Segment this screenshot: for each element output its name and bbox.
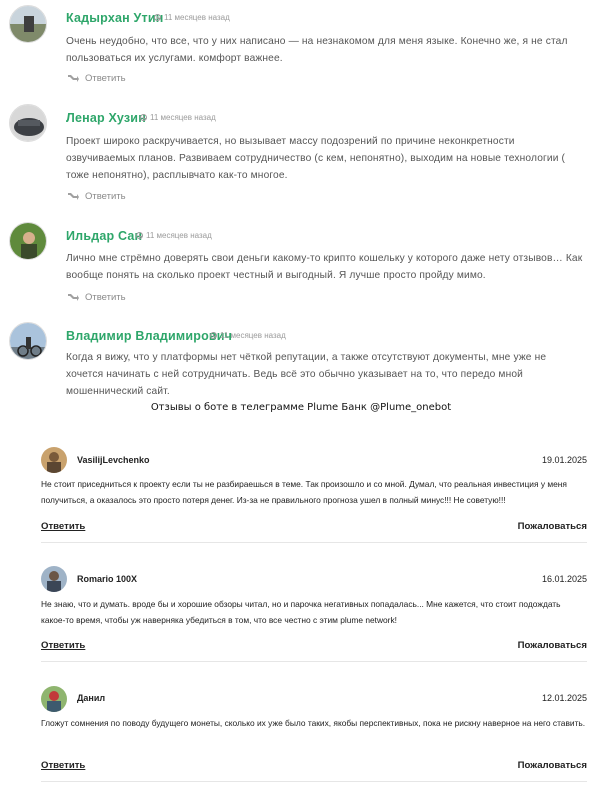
clock-icon xyxy=(140,114,147,121)
comment-text: Лично мне стрёмно доверять свои деньги к… xyxy=(66,253,583,281)
avatar xyxy=(9,5,47,43)
review-author[interactable]: Romario 100X xyxy=(77,574,137,584)
divider xyxy=(41,542,587,543)
comment-text: Проект широко раскручивается, но вызывае… xyxy=(66,136,566,181)
reply-link[interactable]: Ответить xyxy=(41,760,85,771)
review-text: Гложут сомнения по поводу будущего монет… xyxy=(41,718,586,728)
reply-button[interactable]: Ответить xyxy=(67,73,126,84)
comment-author[interactable]: Ильдар Сан xyxy=(66,229,142,243)
avatar xyxy=(9,222,47,260)
clock-icon xyxy=(136,232,143,239)
reply-arrow-icon xyxy=(68,193,79,200)
review-text: Не стоит приседниться к проекту если ты … xyxy=(41,479,567,505)
avatar xyxy=(9,104,47,142)
report-link[interactable]: Пожаловаться xyxy=(518,640,587,651)
report-link[interactable]: Пожаловаться xyxy=(518,521,587,532)
reply-link[interactable]: Ответить xyxy=(41,521,85,532)
review-author[interactable]: VasilijLevchenko xyxy=(77,455,150,465)
comment-author[interactable]: Владимир Владимирович xyxy=(66,329,232,343)
reply-button[interactable]: Ответить xyxy=(67,292,126,303)
review-text: Не знаю, что и думать. вроде бы и хороши… xyxy=(41,599,561,625)
avatar xyxy=(41,566,67,592)
avatar xyxy=(41,447,67,473)
review-date: 16.01.2025 xyxy=(541,574,587,584)
reply-link[interactable]: Ответить xyxy=(41,640,85,651)
review-author[interactable]: Данил xyxy=(77,693,105,703)
divider xyxy=(41,781,587,782)
review-item: Данил 12.01.2025 Гложут сомнения по пово… xyxy=(41,686,587,782)
comment-time: 11 месяцев назад xyxy=(154,13,230,22)
comment-author[interactable]: Ленар Хузин xyxy=(66,111,146,125)
comment-author[interactable]: Кадырхан Утин xyxy=(66,11,163,25)
reviews-caption: Отзывы о боте в телеграмме Plume Банк @P… xyxy=(150,402,452,413)
comment-time: 11 месяцев назад xyxy=(210,331,286,340)
review-date: 12.01.2025 xyxy=(541,693,587,703)
divider xyxy=(41,661,587,662)
clock-icon xyxy=(210,332,217,339)
reply-button[interactable]: Ответить xyxy=(67,191,126,202)
review-item: Romario 100X 16.01.2025 Не знаю, что и д… xyxy=(41,566,587,662)
comment-time: 11 месяцев назад xyxy=(136,231,212,240)
comment-text: Очень неудобно, что все, что у них напис… xyxy=(66,36,568,64)
review-date: 19.01.2025 xyxy=(541,455,587,465)
reply-arrow-icon xyxy=(68,75,79,82)
avatar xyxy=(41,686,67,712)
report-link[interactable]: Пожаловаться xyxy=(518,760,587,771)
comment-text: Когда я вижу, что у платформы нет чёткой… xyxy=(66,352,547,397)
comment-time: 11 месяцев назад xyxy=(140,113,216,122)
clock-icon xyxy=(154,14,161,21)
reply-arrow-icon xyxy=(68,294,79,301)
review-item: VasilijLevchenko 19.01.2025 Не стоит при… xyxy=(41,447,587,543)
avatar xyxy=(9,322,47,360)
